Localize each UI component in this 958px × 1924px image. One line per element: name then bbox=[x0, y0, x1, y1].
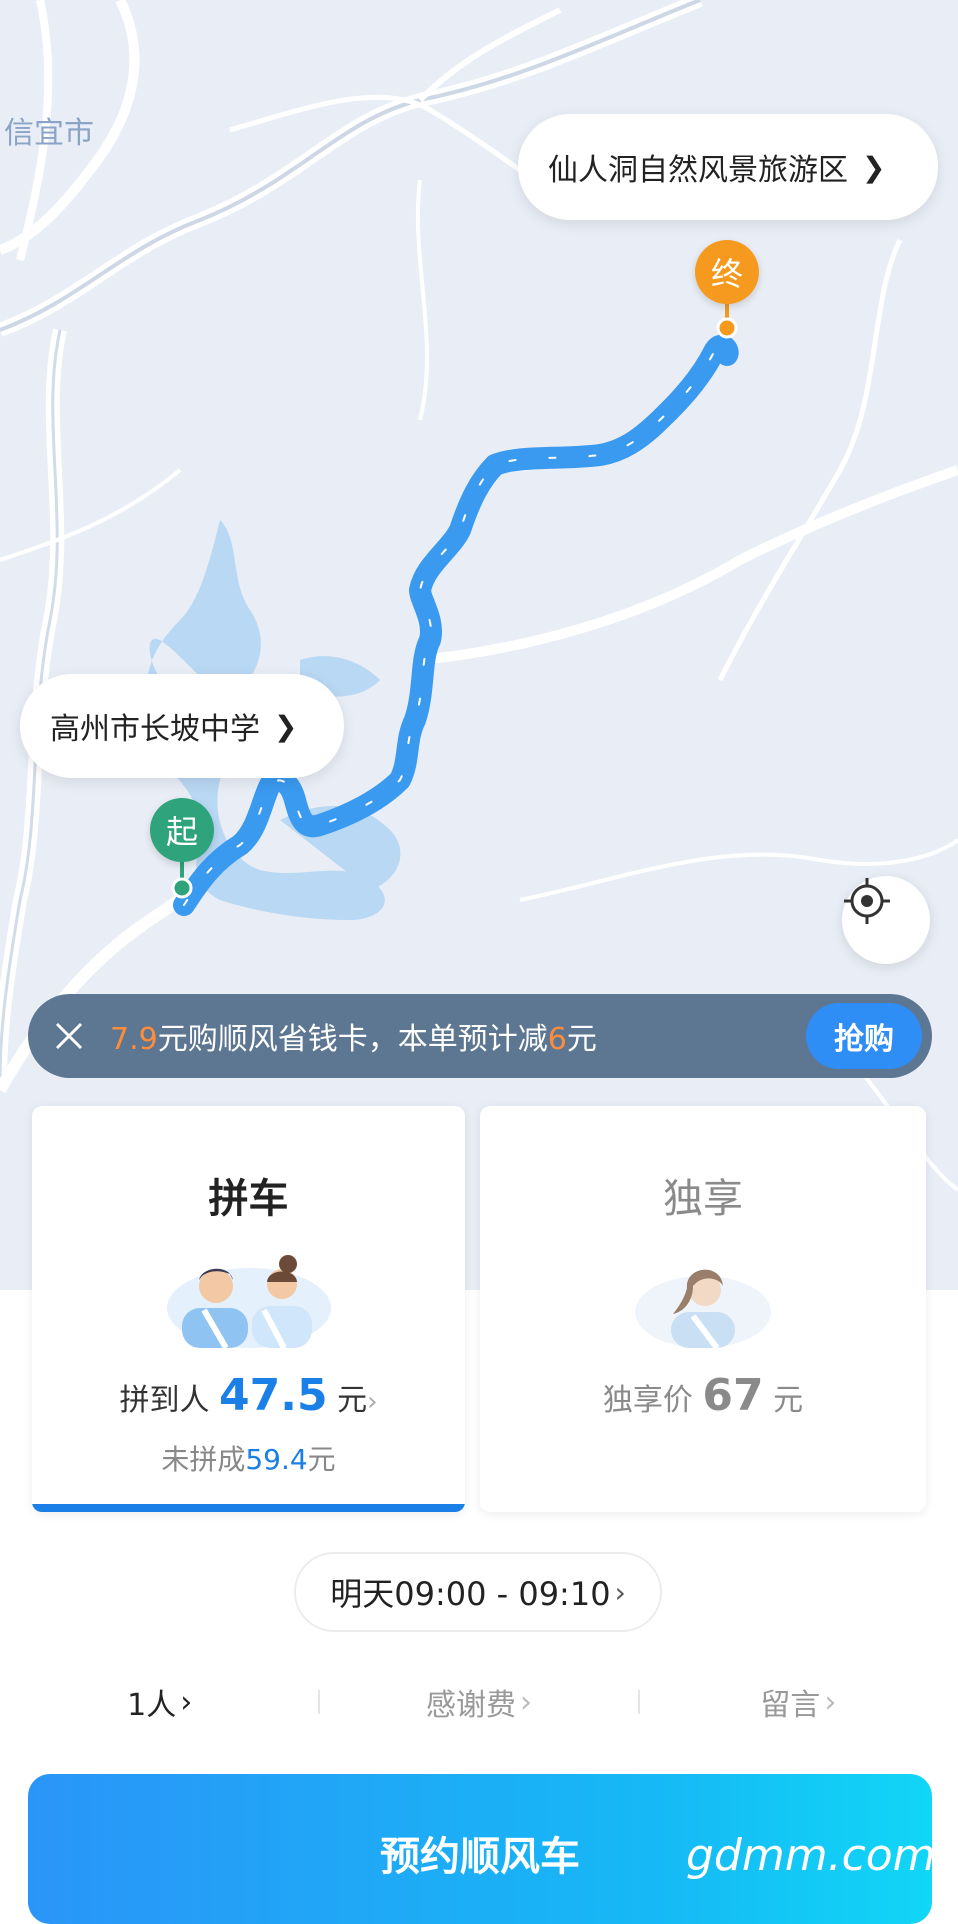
carpool-title: 拼车 bbox=[208, 1176, 289, 1222]
promo-discount: 6 bbox=[547, 1022, 567, 1057]
locate-target-icon bbox=[844, 878, 890, 924]
start-pin: 起 bbox=[150, 798, 214, 862]
map-view[interactable]: 信宜市 仙人洞自然风景旅游区 ❯ 高州市长坡中学 ❯ 起 终 bbox=[0, 0, 958, 1290]
carpool-price: 47.5 bbox=[219, 1370, 328, 1421]
selected-indicator bbox=[32, 1504, 465, 1512]
carpool-card[interactable]: 拼车 拼到人 47.5 元› 未拼成59.4元 bbox=[32, 1106, 465, 1512]
carpool-sub-prefix: 未拼成 bbox=[161, 1443, 246, 1476]
exclusive-person-illustration bbox=[635, 1269, 771, 1348]
destination-bubble[interactable]: 仙人洞自然风景旅游区 ❯ bbox=[518, 114, 938, 220]
promo-banner: 7.9元购顺风省钱卡，本单预计减6元 抢购 bbox=[28, 994, 932, 1078]
book-ride-label: 预约顺风车 bbox=[380, 1834, 580, 1880]
chevron-right-icon: › bbox=[519, 1684, 532, 1720]
passenger-count-label: 1人 bbox=[127, 1688, 177, 1723]
exclusive-price: 67 bbox=[702, 1370, 764, 1421]
promo-close-button[interactable] bbox=[28, 1021, 110, 1051]
promo-text-a: 元购顺风省钱卡，本单预计减 bbox=[157, 1022, 548, 1057]
departure-time-selector[interactable]: 明天09:00 - 09:10 › bbox=[294, 1552, 662, 1632]
origin-bubble[interactable]: 高州市长坡中学 ❯ bbox=[20, 674, 344, 778]
chevron-right-icon: › bbox=[180, 1684, 193, 1720]
watermark: gdmm.com bbox=[686, 1830, 936, 1881]
divider bbox=[318, 1690, 320, 1714]
chevron-right-icon: › bbox=[824, 1684, 837, 1720]
promo-buy-button[interactable]: 抢购 bbox=[806, 1003, 922, 1069]
chevron-right-icon: › bbox=[614, 1575, 626, 1609]
exclusive-price-row: 独享价 67 元 bbox=[480, 1370, 926, 1421]
carpool-sub-price: 59.4 bbox=[245, 1443, 308, 1476]
promo-text: 7.9元购顺风省钱卡，本单预计减6元 bbox=[110, 1014, 806, 1058]
exclusive-card[interactable]: 独享 独享价 67 元 bbox=[480, 1106, 926, 1512]
locate-button[interactable] bbox=[842, 876, 930, 964]
carpool-price-prefix: 拼到人 bbox=[119, 1383, 210, 1418]
end-pin: 终 bbox=[695, 240, 759, 304]
origin-label: 高州市长坡中学 bbox=[50, 712, 260, 747]
carpool-people-illustration bbox=[166, 1255, 331, 1348]
exclusive-price-unit: 元 bbox=[773, 1383, 804, 1418]
carpool-price-row: 拼到人 47.5 元› bbox=[32, 1370, 465, 1421]
promo-price: 7.9 bbox=[110, 1022, 158, 1057]
exclusive-title: 独享 bbox=[663, 1176, 743, 1222]
chevron-right-icon: ❯ bbox=[862, 150, 886, 184]
thanks-fee-option[interactable]: 感谢费 › bbox=[319, 1672, 638, 1732]
options-row: 1人 › 感谢费 › 留言 › bbox=[0, 1672, 958, 1732]
passenger-count-option[interactable]: 1人 › bbox=[0, 1672, 319, 1732]
message-label: 留言 bbox=[760, 1688, 821, 1723]
carpool-sub: 未拼成59.4元 bbox=[32, 1438, 465, 1478]
message-option[interactable]: 留言 › bbox=[639, 1672, 958, 1732]
departure-time-label: 明天09:00 - 09:10 bbox=[330, 1575, 611, 1613]
destination-label: 仙人洞自然风景旅游区 bbox=[548, 153, 848, 188]
carpool-sub-unit: 元 bbox=[307, 1443, 336, 1476]
promo-text-b: 元 bbox=[566, 1022, 597, 1057]
close-icon bbox=[55, 1022, 83, 1050]
carpool-price-unit: 元 bbox=[337, 1383, 368, 1418]
divider bbox=[638, 1690, 640, 1714]
thanks-fee-label: 感谢费 bbox=[425, 1688, 516, 1723]
exclusive-price-prefix: 独享价 bbox=[602, 1383, 693, 1418]
chevron-right-icon: › bbox=[367, 1387, 378, 1417]
route-line bbox=[173, 334, 739, 916]
chevron-right-icon: ❯ bbox=[274, 709, 298, 743]
city-label: 信宜市 bbox=[4, 116, 94, 151]
